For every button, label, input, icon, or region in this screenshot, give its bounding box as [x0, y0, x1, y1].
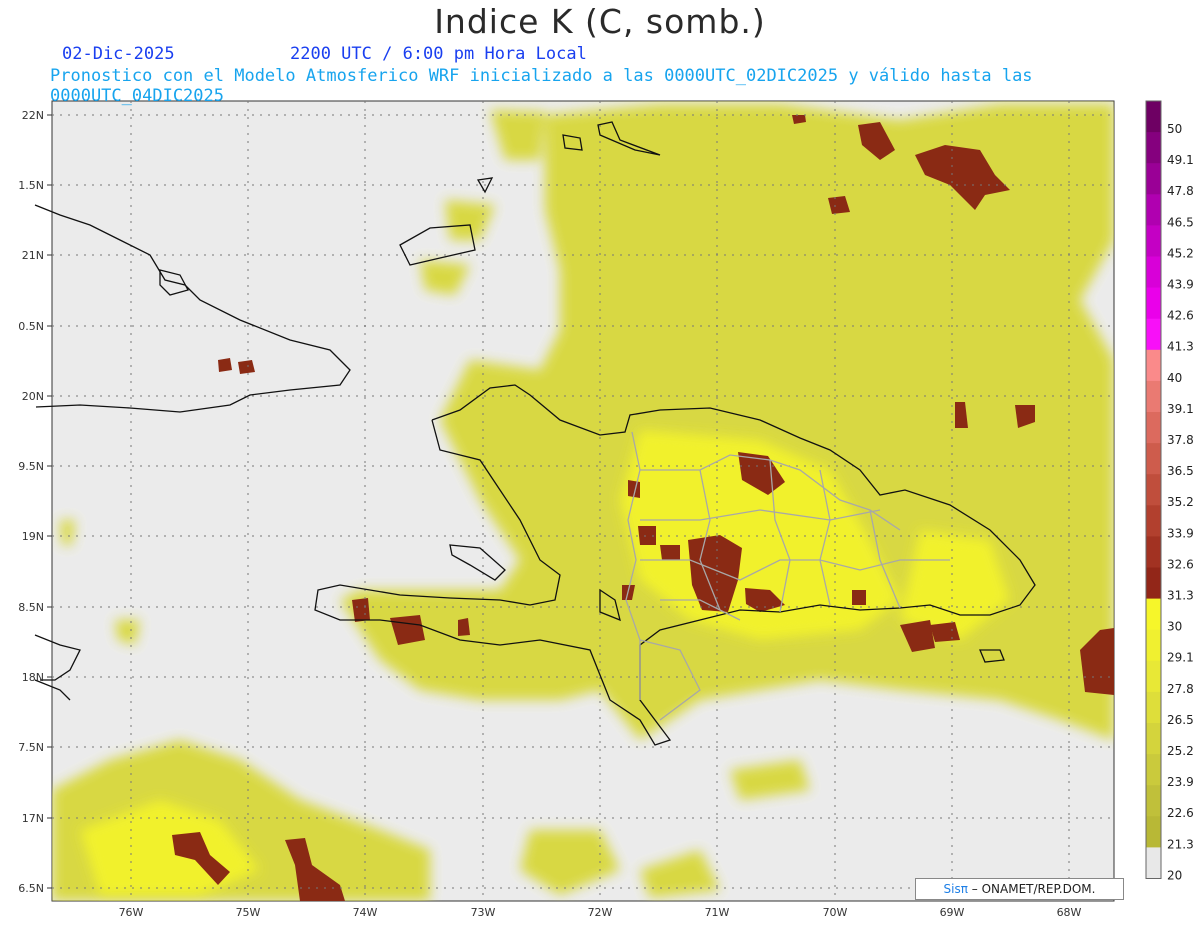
- colorbar-swatch: [1146, 287, 1161, 320]
- colorbar-swatch: [1146, 132, 1161, 164]
- lon-label: 76W: [119, 906, 144, 919]
- colorbar-label: 39.1: [1167, 402, 1194, 416]
- lat-label: 19N: [22, 530, 44, 543]
- credit-box: Sisπ – ONAMET/REP.DOM.: [915, 878, 1124, 900]
- lat-label: 18N: [22, 671, 44, 684]
- lon-label: 69W: [940, 906, 965, 919]
- colorbar-swatch: [1146, 443, 1161, 475]
- colorbar-swatch: [1146, 754, 1161, 786]
- lon-label: 75W: [236, 906, 261, 919]
- colorbar-swatch: [1146, 691, 1161, 724]
- lat-label: 8.5N: [18, 601, 44, 614]
- lat-label: 9.5N: [18, 460, 44, 473]
- colorbar-label: 20: [1167, 868, 1182, 882]
- colorbar-swatch: [1146, 349, 1161, 382]
- colorbar-swatch: [1146, 629, 1161, 662]
- colorbar-label: 43.9: [1167, 278, 1194, 292]
- colorbar: 50 49.1 47.8 46.5 45.2 43.9 42.6 41.3 40 39.1 37.8…: [1145, 100, 1194, 882]
- forecast-date: 02-Dic-2025: [62, 44, 175, 64]
- colorbar-swatch: [1146, 380, 1161, 413]
- brand-logo-text: Sisπ: [943, 882, 968, 896]
- colorbar-label: 30: [1167, 620, 1182, 634]
- colorbar-label: 45.2: [1167, 246, 1194, 260]
- lat-label: 7.5N: [18, 741, 44, 754]
- lat-ticks: [47, 114, 52, 889]
- lat-label: 20N: [22, 390, 44, 403]
- colorbar-label: 32.6: [1167, 557, 1194, 571]
- colorbar-label: 50: [1167, 122, 1182, 136]
- colorbar-label: 36.5: [1167, 464, 1194, 478]
- colorbar-swatch: [1146, 474, 1161, 506]
- colorbar-label: 49.1: [1167, 153, 1194, 167]
- colorbar-label: 40: [1167, 371, 1182, 385]
- colorbar-swatch: [1146, 505, 1161, 537]
- colorbar-swatch: [1146, 598, 1161, 631]
- colorbar-swatch: [1146, 412, 1161, 444]
- colorbar-label: 29.1: [1167, 651, 1194, 665]
- colorbar-label: 21.3: [1167, 837, 1194, 851]
- colorbar-swatch: [1146, 816, 1161, 848]
- colorbar-label: 47.8: [1167, 184, 1194, 198]
- colorbar-swatch: [1146, 660, 1161, 693]
- colorbar-swatch: [1146, 723, 1161, 755]
- lat-label: 6.5N: [18, 882, 44, 895]
- lon-label: 73W: [471, 906, 496, 919]
- colorbar-label: 31.3: [1167, 589, 1194, 603]
- colorbar-label: 35.2: [1167, 495, 1194, 509]
- lat-label: 17N: [22, 812, 44, 825]
- lon-label: 68W: [1057, 906, 1082, 919]
- forecast-time: 2200 UTC / 6:00 pm Hora Local: [290, 44, 587, 64]
- map-title: Indice K (C, somb.): [434, 2, 766, 41]
- lat-label: 1.5N: [18, 179, 44, 192]
- lon-label: 71W: [705, 906, 730, 919]
- colorbar-label: 41.3: [1167, 340, 1194, 354]
- lon-label: 72W: [588, 906, 613, 919]
- colorbar-label: 23.9: [1167, 775, 1194, 789]
- colorbar-label: 33.9: [1167, 526, 1194, 540]
- forecast-description: Pronostico con el Modelo Atmosferico WRF…: [50, 66, 1033, 106]
- colorbar-label: 25.2: [1167, 744, 1194, 758]
- colorbar-swatch: [1146, 194, 1161, 226]
- colorbar-swatch: [1146, 536, 1161, 568]
- colorbar-label: 22.6: [1167, 806, 1194, 820]
- lat-label: 0.5N: [18, 320, 44, 333]
- lon-label: 74W: [353, 906, 378, 919]
- lon-label: 70W: [823, 906, 848, 919]
- colorbar-swatch: [1146, 785, 1161, 817]
- forecast-map: 22N 1.5N 21N 0.5N 20N 9.5N 19N 8.5N 18N …: [18, 100, 1194, 919]
- credit-text: – ONAMET/REP.DOM.: [971, 882, 1096, 896]
- colorbar-label: 27.8: [1167, 682, 1194, 696]
- colorbar-swatch: [1146, 225, 1161, 257]
- colorbar-label: 46.5: [1167, 215, 1194, 229]
- lat-label: 21N: [22, 249, 44, 262]
- colorbar-swatch: [1146, 318, 1161, 351]
- colorbar-swatch: [1146, 847, 1161, 879]
- colorbar-label: 26.5: [1167, 713, 1194, 727]
- colorbar-swatch: [1146, 163, 1161, 195]
- colorbar-swatch: [1146, 256, 1161, 289]
- colorbar-label: 42.6: [1167, 309, 1194, 323]
- colorbar-label: 37.8: [1167, 433, 1194, 447]
- lat-label: 22N: [22, 109, 44, 122]
- colorbar-swatch: [1146, 567, 1161, 600]
